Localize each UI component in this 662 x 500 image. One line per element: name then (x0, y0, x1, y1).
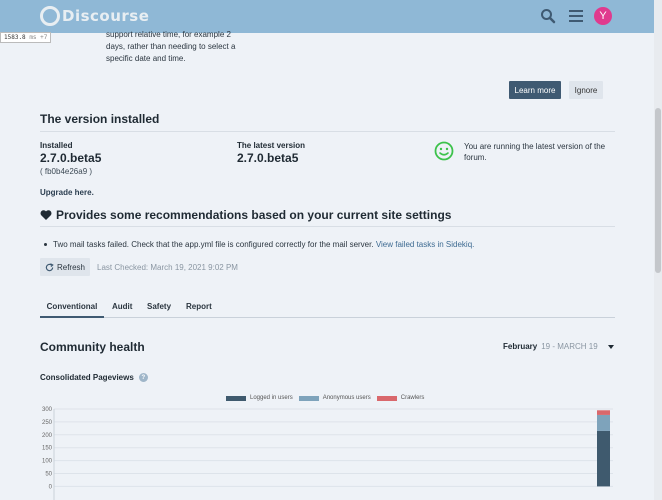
pageviews-heading-text: Consolidated Pageviews (40, 373, 134, 382)
version-heading: The version installed (40, 112, 160, 126)
legend-label: Logged in users (250, 395, 293, 401)
recommendations-heading-text: Provides some recommendations based on y… (56, 208, 452, 222)
heart-icon (40, 210, 52, 220)
installed-hash[interactable]: ( fb0b4e26a9 ) (40, 167, 92, 176)
pageviews-chart: 0 50 100 150 200 250 300 (42, 407, 613, 500)
site-logo[interactable]: Discourse (40, 6, 149, 26)
bullet-icon (44, 243, 47, 247)
upgrade-link[interactable]: Upgrade here. (40, 188, 94, 197)
logo-text: Discourse (62, 7, 150, 25)
caret-down-icon (607, 344, 614, 349)
period-range: 19 - MARCH 19 (541, 342, 598, 351)
smile-icon (434, 141, 454, 161)
last-checked: Last Checked: March 19, 2021 9:02 PM (97, 263, 238, 272)
recommendation-item: Two mail tasks failed. Check that the ap… (44, 240, 474, 249)
legend-label: Anonymous users (322, 395, 371, 401)
perf-unit: ms (29, 34, 37, 41)
legend-item-logged-in[interactable]: Logged in users (226, 395, 293, 401)
version-divider (40, 131, 615, 132)
tab-conventional[interactable]: Conventional (40, 298, 104, 318)
legend-item-anonymous[interactable]: Anonymous users (298, 395, 371, 401)
legend-swatch (226, 395, 246, 401)
sidekiq-link[interactable]: View failed tasks in Sidekiq. (376, 240, 475, 249)
bar-logged-in-users[interactable] (597, 430, 610, 487)
tab-safety[interactable]: Safety (147, 298, 171, 318)
legend-swatch (298, 395, 319, 401)
installed-label: Installed (40, 141, 73, 150)
logo-mark-icon (40, 6, 60, 26)
tip-text: support relative time, for example 2 day… (106, 30, 236, 63)
community-health-heading: Community health (40, 340, 145, 354)
period-chooser[interactable]: February 19 - MARCH 19 (503, 342, 614, 351)
bar-anonymous-users[interactable] (597, 414, 610, 431)
help-icon[interactable]: ? (138, 373, 148, 382)
latest-label: The latest version (237, 141, 306, 150)
y-tick-label: 100 (42, 459, 53, 465)
y-tick-label: 300 (42, 407, 53, 413)
learn-more-button[interactable]: Learn more (509, 81, 561, 99)
bar-crawlers[interactable] (597, 410, 610, 415)
refresh-button[interactable]: Refresh (40, 258, 90, 276)
y-tick-label: 150 (42, 446, 53, 452)
site-header: Discourse Y (0, 0, 662, 33)
legend-item-crawlers[interactable]: Crawlers (376, 395, 425, 401)
recommendation-text: Two mail tasks failed. Check that the ap… (53, 240, 374, 249)
header-icons: Y (530, 6, 612, 26)
refresh-label: Refresh (56, 262, 85, 272)
refresh-icon (45, 262, 54, 271)
y-tick-label: 50 (45, 472, 52, 478)
y-tick-label: 250 (42, 420, 53, 426)
recommendations-divider (40, 226, 615, 227)
chart-legend: Logged in users Anonymous users Crawlers (226, 395, 430, 401)
performance-badge[interactable]: 1583.8 ms +7 (0, 32, 52, 43)
legend-label: Crawlers (400, 395, 425, 401)
dashboard-tabs: Conventional Audit Safety Report (40, 298, 615, 318)
latest-version: 2.7.0.beta5 (237, 151, 299, 165)
page-scrollbar[interactable] (654, 0, 662, 500)
user-avatar[interactable]: Y (594, 7, 612, 25)
y-tick-label: 0 (49, 484, 53, 490)
legend-swatch (376, 395, 397, 401)
perf-value: 1583.8 (4, 34, 26, 41)
search-icon[interactable] (538, 6, 558, 26)
hamburger-menu-icon[interactable] (566, 6, 586, 26)
perf-extra: +7 (40, 34, 48, 41)
installed-version: 2.7.0.beta5 (40, 151, 102, 165)
tab-audit[interactable]: Audit (112, 298, 132, 318)
tab-report[interactable]: Report (186, 298, 212, 318)
version-status-message: You are running the latest version of th… (464, 142, 606, 162)
pageviews-heading: Consolidated Pageviews ? (40, 373, 148, 382)
y-tick-label: 200 (42, 433, 53, 439)
period-month: February (503, 342, 538, 351)
recommendations-heading: Provides some recommendations based on y… (40, 208, 451, 222)
ignore-button[interactable]: Ignore (569, 81, 603, 99)
scrollbar-thumb[interactable] (655, 108, 661, 273)
